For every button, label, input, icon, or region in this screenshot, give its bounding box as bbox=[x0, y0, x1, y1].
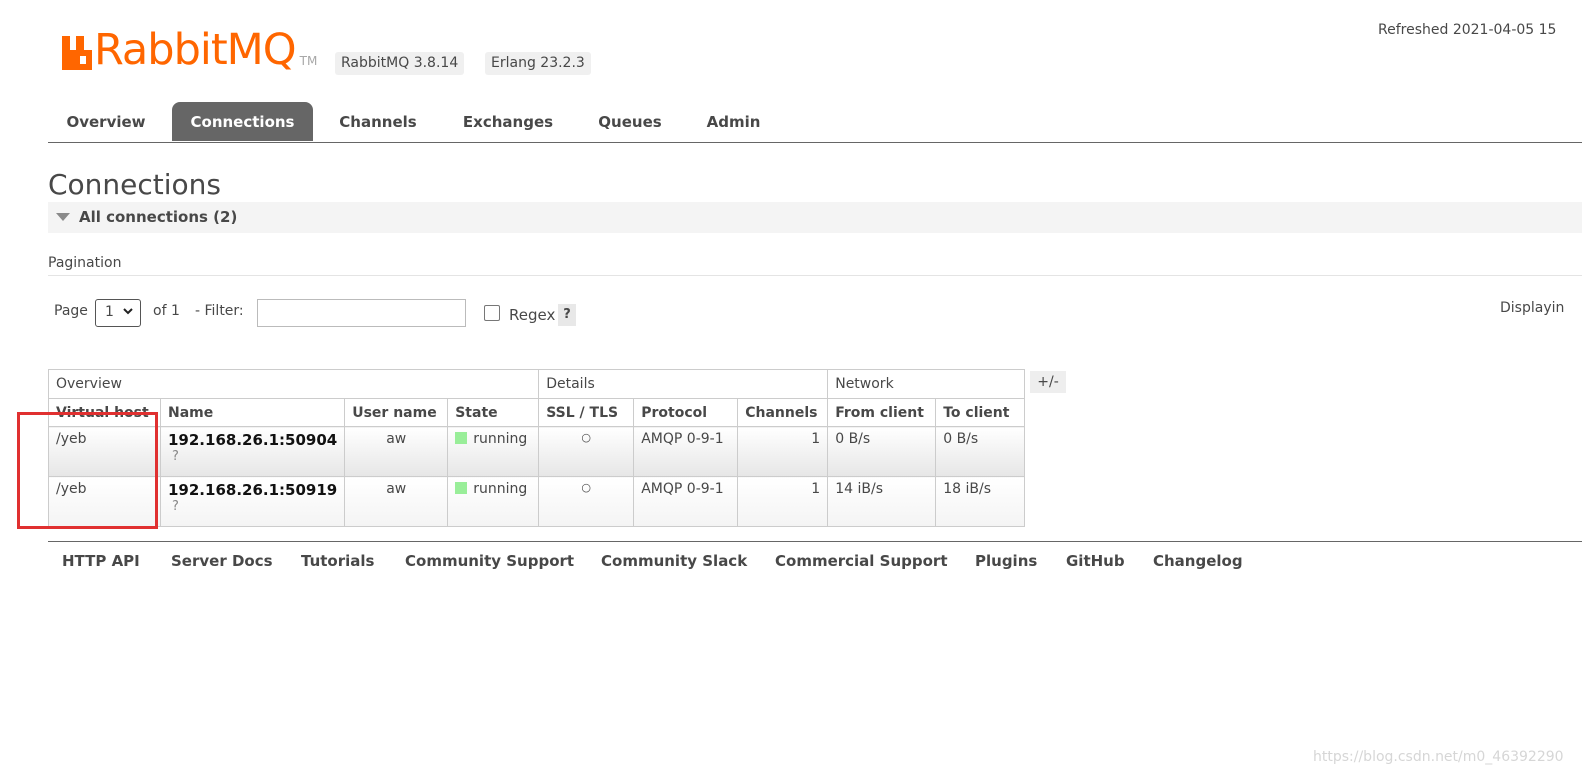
erlang-version-badge: Erlang 23.2.3 bbox=[485, 52, 591, 75]
state-running-indicator bbox=[455, 482, 468, 494]
cell-name[interactable]: 192.168.26.1:50919 ? bbox=[159, 476, 346, 527]
regex-label: Regex bbox=[509, 306, 556, 324]
cell-user: aw bbox=[344, 426, 449, 477]
connection-link[interactable]: 192.168.26.1:50919 bbox=[168, 481, 337, 499]
state-label: running bbox=[473, 481, 528, 497]
refreshed-timestamp[interactable]: Refreshed 2021-04-05 15 bbox=[1378, 22, 1556, 38]
state-running-indicator bbox=[455, 432, 468, 444]
col-name[interactable]: Name bbox=[159, 398, 346, 427]
cell-ssl: ○ bbox=[538, 426, 635, 477]
cell-channels: 1 bbox=[737, 426, 829, 477]
regex-help-button[interactable]: ? bbox=[558, 304, 576, 326]
connections-table: Overview Details Network Virtual host Na… bbox=[47, 369, 1026, 527]
rabbitmq-logo-icon bbox=[62, 36, 92, 70]
tab-overview[interactable]: Overview bbox=[48, 102, 164, 141]
col-protocol[interactable]: Protocol bbox=[633, 398, 739, 427]
pagination-divider bbox=[48, 275, 1582, 276]
cell-state: running bbox=[447, 476, 540, 527]
footer-link-community-support[interactable]: Community Support bbox=[405, 552, 574, 570]
group-network: Network bbox=[827, 369, 1026, 399]
cell-to-client: 0 B/s bbox=[935, 426, 1026, 477]
cell-channels: 1 bbox=[737, 476, 829, 527]
page-title: Connections bbox=[48, 168, 222, 201]
collapse-triangle-icon bbox=[56, 213, 70, 221]
table-row[interactable]: /yeb 192.168.26.1:50904 ? aw running ○ A… bbox=[48, 426, 1026, 477]
col-channels[interactable]: Channels bbox=[737, 398, 829, 427]
footer-link-commercial-support[interactable]: Commercial Support bbox=[775, 552, 948, 570]
connection-name-help: ? bbox=[172, 499, 179, 514]
logo-text: RabbitMQ bbox=[94, 25, 297, 75]
col-state[interactable]: State bbox=[447, 398, 540, 427]
columns-toggle-button[interactable]: +/- bbox=[1030, 371, 1066, 393]
col-to-client[interactable]: To client bbox=[935, 398, 1026, 427]
rabbitmq-logo[interactable]: RabbitMQ TM bbox=[62, 25, 318, 75]
chevron-down-icon bbox=[123, 308, 133, 315]
cell-name[interactable]: 192.168.26.1:50904 ? bbox=[159, 426, 346, 477]
page-select-value: 1 bbox=[105, 304, 114, 320]
group-overview: Overview bbox=[47, 369, 540, 399]
footer-link-changelog[interactable]: Changelog bbox=[1153, 552, 1243, 570]
footer-link-server-docs[interactable]: Server Docs bbox=[171, 552, 273, 570]
filter-input[interactable] bbox=[257, 299, 466, 327]
tab-exchanges[interactable]: Exchanges bbox=[446, 102, 570, 141]
cell-to-client: 18 iB/s bbox=[935, 476, 1026, 527]
page-select[interactable]: 1 bbox=[95, 299, 141, 327]
watermark: https://blog.csdn.net/m0_46392290 bbox=[1313, 749, 1564, 765]
footer-link-plugins[interactable]: Plugins bbox=[975, 552, 1037, 570]
displaying-count: Displayin bbox=[1500, 300, 1565, 316]
connection-name-help: ? bbox=[172, 449, 179, 464]
cell-protocol: AMQP 0-9-1 bbox=[633, 426, 739, 477]
tab-connections[interactable]: Connections bbox=[172, 102, 313, 141]
connection-link[interactable]: 192.168.26.1:50904 bbox=[168, 431, 337, 449]
cell-protocol: AMQP 0-9-1 bbox=[633, 476, 739, 527]
page-count-label: of 1 bbox=[153, 303, 180, 319]
col-user-name[interactable]: User name bbox=[344, 398, 449, 427]
annotation-highlight-box bbox=[17, 412, 158, 529]
main-nav-tabs: Overview Connections Channels Exchanges … bbox=[48, 102, 1582, 143]
tab-queues[interactable]: Queues bbox=[583, 102, 677, 141]
rabbitmq-version-badge: RabbitMQ 3.8.14 bbox=[335, 52, 465, 75]
cell-user: aw bbox=[344, 476, 449, 527]
regex-checkbox[interactable] bbox=[484, 305, 500, 321]
col-from-client[interactable]: From client bbox=[827, 398, 937, 427]
pagination-heading[interactable]: Pagination bbox=[48, 255, 121, 271]
logo-trademark: TM bbox=[299, 54, 318, 68]
section-label: All connections (2) bbox=[79, 208, 238, 226]
footer-link-http-api[interactable]: HTTP API bbox=[62, 552, 140, 570]
col-ssl-tls[interactable]: SSL / TLS bbox=[538, 398, 635, 427]
footer-link-tutorials[interactable]: Tutorials bbox=[301, 552, 374, 570]
footer-link-community-slack[interactable]: Community Slack bbox=[601, 552, 747, 570]
tab-channels[interactable]: Channels bbox=[323, 102, 433, 141]
page-label: Page bbox=[54, 303, 88, 319]
cell-from-client: 0 B/s bbox=[827, 426, 937, 477]
cell-from-client: 14 iB/s bbox=[827, 476, 937, 527]
tab-admin[interactable]: Admin bbox=[691, 102, 776, 141]
cell-state: running bbox=[447, 426, 540, 477]
all-connections-section-toggle[interactable]: All connections (2) bbox=[48, 202, 1582, 233]
filter-label: - Filter: bbox=[195, 303, 244, 319]
footer-link-github[interactable]: GitHub bbox=[1066, 552, 1125, 570]
group-details: Details bbox=[538, 369, 829, 399]
table-row[interactable]: /yeb 192.168.26.1:50919 ? aw running ○ A… bbox=[48, 476, 1026, 527]
state-label: running bbox=[473, 431, 528, 447]
footer-divider bbox=[48, 541, 1582, 542]
cell-ssl: ○ bbox=[538, 476, 635, 527]
